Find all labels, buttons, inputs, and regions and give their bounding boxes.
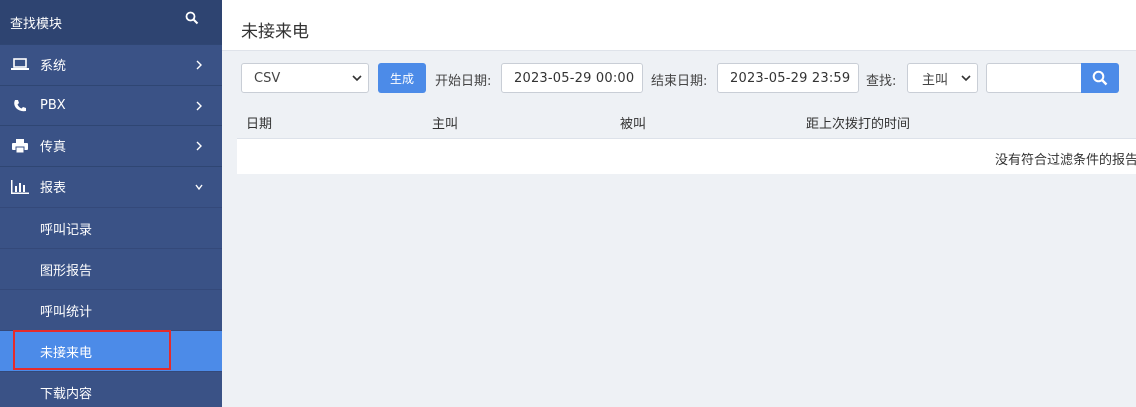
search-button[interactable] xyxy=(1081,63,1119,93)
page-title: 未接来电 xyxy=(241,22,309,42)
chevron-right-icon xyxy=(196,141,202,151)
chevron-right-icon xyxy=(196,60,202,70)
missed-calls-table: 日期 主叫 被叫 距上次拨打的时间 没有符合过滤条件的报告 xyxy=(237,101,1136,174)
end-date-label: 结束日期: xyxy=(651,74,708,89)
column-header-time-since-last[interactable]: 距上次拨打的时间 xyxy=(806,113,910,132)
highlight-box xyxy=(13,330,171,370)
module-search-label: 查找模块 xyxy=(10,16,63,32)
end-date-input[interactable]: 2023-05-29 23:59 xyxy=(717,63,859,93)
search-icon xyxy=(1092,70,1108,86)
sidebar-subitem-graph-reports[interactable]: 图形报告 xyxy=(0,248,222,289)
generate-button[interactable]: 生成 xyxy=(378,63,426,93)
sidebar-item-reports[interactable]: 报表 xyxy=(0,166,222,206)
bar-chart-icon xyxy=(10,179,30,195)
sidebar-subitem-label: 下载内容 xyxy=(40,386,93,402)
main-content: 未接来电 CSV 生成 开始日期: 2023-05-29 00:00 结束日期:… xyxy=(222,0,1136,407)
printer-icon xyxy=(10,138,30,154)
sidebar-subitem-downloads[interactable]: 下载内容 xyxy=(0,371,222,407)
phone-icon xyxy=(10,98,30,114)
page-header: 未接来电 xyxy=(222,0,1136,51)
sidebar-item-pbx[interactable]: PBX xyxy=(0,85,222,125)
find-field-select[interactable]: 主叫 xyxy=(907,63,978,93)
sidebar-item-label: 报表 xyxy=(40,181,67,196)
chevron-right-icon xyxy=(196,101,202,111)
column-header-caller[interactable]: 主叫 xyxy=(432,113,458,132)
sidebar-item-label: 系统 xyxy=(40,59,67,74)
column-header-date[interactable]: 日期 xyxy=(246,113,272,132)
sidebar: 查找模块 系统 PBX 传真 报表 呼叫记录 图形报告 呼叫统计 未接来电 下载… xyxy=(0,0,222,407)
start-date-label: 开始日期: xyxy=(435,74,492,89)
chevron-down-icon xyxy=(195,184,203,191)
column-header-callee[interactable]: 被叫 xyxy=(620,113,646,132)
table-header: 日期 主叫 被叫 距上次拨打的时间 xyxy=(237,101,1136,139)
format-select[interactable]: CSV xyxy=(241,63,369,93)
sidebar-item-fax[interactable]: 传真 xyxy=(0,125,222,165)
find-label: 查找: xyxy=(866,74,897,89)
chevron-down-icon xyxy=(961,75,971,82)
find-field-value: 主叫 xyxy=(922,72,949,88)
chevron-down-icon xyxy=(352,75,362,82)
sidebar-item-label: 传真 xyxy=(40,140,67,155)
start-date-input[interactable]: 2023-05-29 00:00 xyxy=(501,63,643,93)
format-select-value: CSV xyxy=(254,70,281,86)
sidebar-subitem-label: 图形报告 xyxy=(40,263,93,279)
empty-message: 没有符合过滤条件的报告 xyxy=(994,153,1136,168)
sidebar-item-system[interactable]: 系统 xyxy=(0,44,222,84)
sidebar-subitem-label: 呼叫记录 xyxy=(40,222,93,238)
laptop-icon xyxy=(10,57,30,73)
table-row-empty: 没有符合过滤条件的报告 xyxy=(237,139,1136,174)
sidebar-subitem-call-stats[interactable]: 呼叫统计 xyxy=(0,289,222,330)
module-search[interactable]: 查找模块 xyxy=(0,0,222,44)
filter-toolbar: CSV 生成 开始日期: 2023-05-29 00:00 结束日期: 2023… xyxy=(222,63,1136,94)
sidebar-subitem-call-records[interactable]: 呼叫记录 xyxy=(0,207,222,248)
search-icon[interactable] xyxy=(185,11,199,25)
sidebar-item-label: PBX xyxy=(40,98,66,113)
search-input[interactable] xyxy=(986,63,1082,93)
sidebar-subitem-label: 呼叫统计 xyxy=(40,304,93,320)
